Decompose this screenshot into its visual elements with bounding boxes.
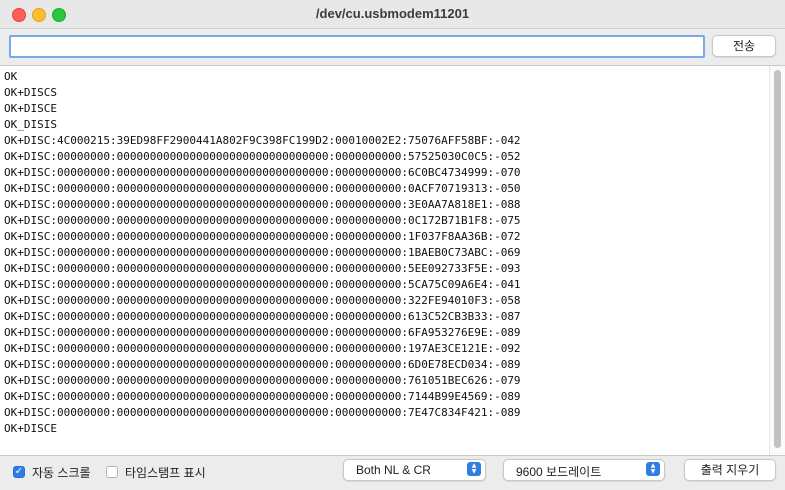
output-line: OK+DISC:00000000:00000000000000000000000… xyxy=(4,294,521,307)
output-line: OK+DISCE xyxy=(4,102,57,115)
send-input[interactable] xyxy=(9,35,705,58)
output-line: OK+DISCS xyxy=(4,86,57,99)
output-line: OK+DISC:00000000:00000000000000000000000… xyxy=(4,246,521,259)
output-line: OK+DISC:00000000:00000000000000000000000… xyxy=(4,214,521,227)
output-line: OK+DISC:00000000:00000000000000000000000… xyxy=(4,182,521,195)
baud-rate-value: 9600 보드레이트 xyxy=(516,465,602,479)
autoscroll-label: 자동 스크롤 xyxy=(32,465,91,480)
chevron-up-down-icon: ▲ ▼ xyxy=(467,462,481,476)
line-ending-value: Both NL & CR xyxy=(356,463,431,477)
output-line: OK xyxy=(4,70,18,83)
clear-output-button[interactable]: 출력 지우기 xyxy=(684,459,776,481)
output-line: OK+DISC:00000000:00000000000000000000000… xyxy=(4,374,521,387)
footer-bar: ✓ 자동 스크롤 타임스탬프 표시 Both NL & CR ▲ ▼ 9600 보… xyxy=(0,455,785,490)
output-line: OK+DISC:00000000:00000000000000000000000… xyxy=(4,278,521,291)
output-line: OK+DISC:00000000:00000000000000000000000… xyxy=(4,342,521,355)
title-bar: /dev/cu.usbmodem11201 xyxy=(0,0,785,29)
timestamp-checkbox[interactable] xyxy=(106,466,118,478)
output-line: OK+DISC:00000000:00000000000000000000000… xyxy=(4,166,521,179)
output-line: OK+DISC:00000000:00000000000000000000000… xyxy=(4,230,521,243)
output-line: OK+DISC:00000000:00000000000000000000000… xyxy=(4,326,521,339)
output-line: OK+DISC:00000000:00000000000000000000000… xyxy=(4,390,521,403)
send-button[interactable]: 전송 xyxy=(712,35,776,57)
output-line: OK+DISC:00000000:00000000000000000000000… xyxy=(4,198,521,211)
serial-output-panel[interactable]: OK OK+DISCS OK+DISCE OK_DISIS OK+DISC:4C0002… xyxy=(0,65,785,456)
output-line: OK+DISC:4C000215:39ED98FF2900441A802F9C3… xyxy=(4,134,521,147)
serial-monitor-window: /dev/cu.usbmodem11201 전송 OK OK+DISCS OK+DI… xyxy=(0,0,785,490)
timestamp-toggle[interactable]: 타임스탬프 표시 xyxy=(106,464,206,480)
window-title: /dev/cu.usbmodem11201 xyxy=(315,6,470,21)
output-line: OK+DISCE xyxy=(4,422,57,435)
timestamp-label: 타임스탬프 표시 xyxy=(125,465,206,480)
autoscroll-toggle[interactable]: ✓ 자동 스크롤 xyxy=(13,464,91,480)
send-row: 전송 xyxy=(0,29,785,65)
output-line: OK+DISC:00000000:00000000000000000000000… xyxy=(4,358,521,371)
output-line: OK_DISIS xyxy=(4,118,57,131)
autoscroll-checkbox[interactable]: ✓ xyxy=(13,466,25,478)
output-line: OK+DISC:00000000:00000000000000000000000… xyxy=(4,406,521,419)
scrollbar-thumb[interactable] xyxy=(774,70,781,448)
serial-output-text: OK OK+DISCS OK+DISCE OK_DISIS OK+DISC:4C0002… xyxy=(4,69,769,437)
vertical-scrollbar[interactable] xyxy=(769,66,785,455)
baud-rate-select[interactable]: 9600 보드레이트 ▲ ▼ xyxy=(503,459,665,481)
output-line: OK+DISC:00000000:00000000000000000000000… xyxy=(4,150,521,163)
output-line: OK+DISC:00000000:00000000000000000000000… xyxy=(4,262,521,275)
output-line: OK+DISC:00000000:00000000000000000000000… xyxy=(4,310,521,323)
check-icon: ✓ xyxy=(14,466,24,477)
line-ending-select[interactable]: Both NL & CR ▲ ▼ xyxy=(343,459,486,481)
chevron-up-down-icon: ▲ ▼ xyxy=(646,462,660,476)
